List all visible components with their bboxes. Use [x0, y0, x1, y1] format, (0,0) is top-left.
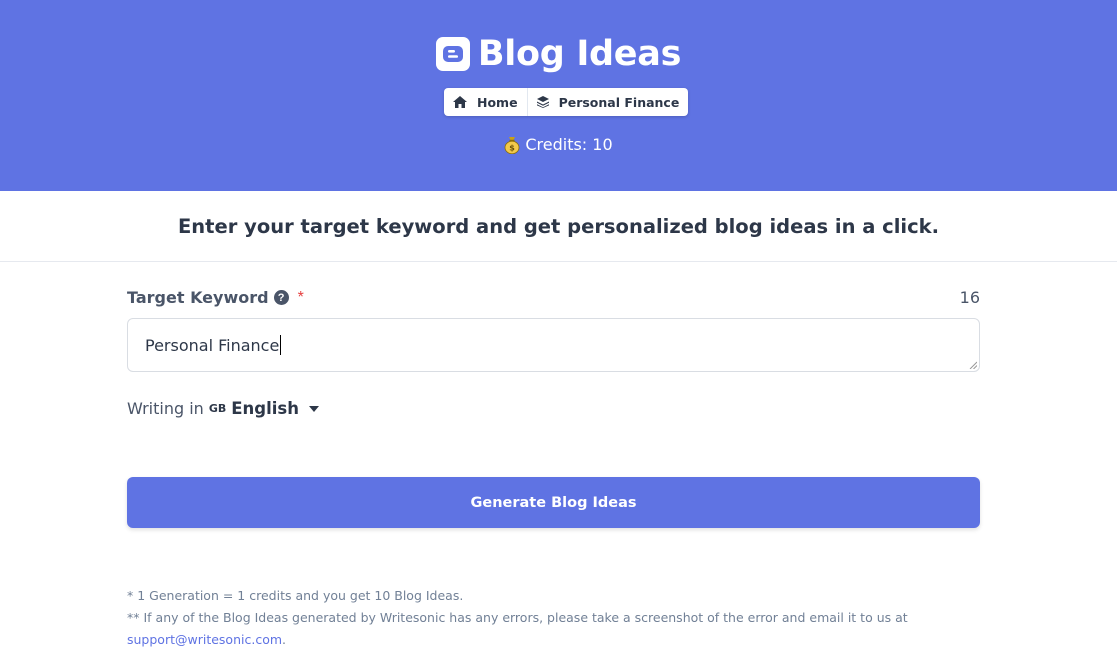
credits-label: Credits: 10 [525, 135, 613, 154]
keyword-label-row: Target Keyword ? * 16 [127, 288, 980, 307]
money-bag-icon: $ [504, 136, 520, 154]
footnote-email-suffix: . [282, 632, 287, 647]
footnote-errors: ** If any of the Blog Ideas generated by… [127, 610, 908, 625]
footnotes: * 1 Generation = 1 credits and you get 1… [127, 585, 908, 651]
breadcrumb-item-personal-finance[interactable]: Personal Finance [526, 88, 689, 116]
flag-icon: GB [208, 402, 227, 415]
keyword-input[interactable]: Personal Finance [127, 318, 980, 372]
caret-down-icon [308, 405, 319, 412]
header-banner: Blog Ideas Home Personal Finance $ Credi… [0, 0, 1117, 191]
breadcrumb-label: Personal Finance [558, 94, 680, 110]
language-selector[interactable]: Writing in GB English [127, 399, 319, 418]
question-circle-icon[interactable]: ? [273, 290, 289, 305]
support-email-link[interactable]: support@writesonic.com [127, 632, 282, 647]
page-title: Blog Ideas [477, 34, 682, 74]
layers-icon [536, 96, 549, 108]
blogger-icon [435, 37, 470, 71]
keyword-input-value: Personal Finance [145, 335, 280, 355]
breadcrumb-label: Home [477, 94, 518, 110]
required-marker: * [297, 288, 304, 306]
intro-bar: Enter your target keyword and get person… [0, 191, 1117, 262]
footnote-email-line: support@writesonic.com. [127, 629, 908, 651]
text-caret [280, 335, 282, 355]
breadcrumb: Home Personal Finance [444, 88, 689, 116]
credits-display: $ Credits: 10 [0, 135, 1117, 154]
svg-text:$: $ [510, 143, 516, 152]
generate-button[interactable]: Generate Blog Ideas [127, 477, 980, 528]
resize-handle-icon[interactable] [969, 361, 977, 369]
char-count: 16 [959, 288, 980, 307]
intro-subtitle: Enter your target keyword and get person… [177, 214, 940, 238]
language-prefix: Writing in [127, 399, 204, 418]
title-row: Blog Ideas [0, 34, 1117, 74]
language-value: English [231, 399, 299, 418]
footnote-credits: * 1 Generation = 1 credits and you get 1… [127, 588, 464, 603]
home-icon [453, 96, 467, 108]
breadcrumb-item-home[interactable]: Home [444, 88, 527, 116]
keyword-label: Target Keyword [127, 288, 269, 307]
